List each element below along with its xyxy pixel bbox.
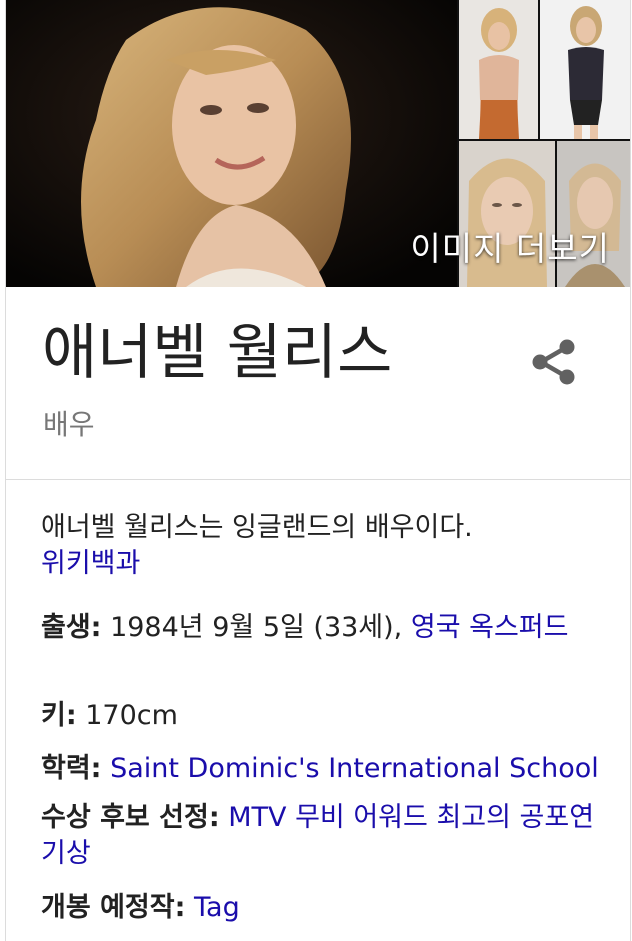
fact-height: 키: 170cm xyxy=(41,698,601,734)
description-text: 애너벨 월리스는 잉글랜드의 배우이다. xyxy=(41,512,473,543)
fact-label: 키: xyxy=(41,700,77,731)
title-section: 애너벨 월리스 배우 xyxy=(6,287,630,480)
thumbnail-photo-1[interactable] xyxy=(459,0,538,139)
more-images-link[interactable]: 이미지 더보기 xyxy=(410,222,610,270)
fact-label: 출생: xyxy=(41,612,102,643)
education-link[interactable]: Saint Dominic's International School xyxy=(110,753,599,784)
fact-label: 학력: xyxy=(41,753,102,784)
share-icon xyxy=(532,339,575,385)
fact-education: 학력: Saint Dominic's International School xyxy=(41,751,601,787)
fact-nominations: 수상 후보 선정: MTV 무비 어워드 최고의 공포연기상 xyxy=(41,800,601,872)
share-button[interactable] xyxy=(529,336,577,388)
image-grid: 이미지 더보기 xyxy=(6,0,630,287)
birthplace-link[interactable]: 영국 옥스퍼드 xyxy=(411,612,569,643)
knowledge-panel: 이미지 더보기 애너벨 월리스 배우 애너벨 월리스는 잉글랜드의 배우이다. … xyxy=(5,0,631,941)
wikipedia-link[interactable]: 위키백과 xyxy=(41,548,140,579)
description: 애너벨 월리스는 잉글랜드의 배우이다. 위키백과 xyxy=(41,510,601,582)
fact-value: 1984년 9월 5일 (33세), xyxy=(110,612,403,643)
thumbnail-photo-2[interactable] xyxy=(540,0,630,139)
fact-label: 개봉 예정작: xyxy=(41,892,186,923)
entity-title: 애너벨 월리스 xyxy=(42,318,393,388)
fact-birth: 출생: 1984년 9월 5일 (33세), 영국 옥스퍼드 xyxy=(41,610,601,646)
fact-upcoming-film: 개봉 예정작: Tag xyxy=(41,890,601,926)
fact-label: 수상 후보 선정: xyxy=(41,802,220,833)
fact-value: 170cm xyxy=(85,700,178,731)
upcoming-film-link[interactable]: Tag xyxy=(194,892,240,923)
main-photo[interactable] xyxy=(6,0,457,287)
entity-subtitle: 배우 xyxy=(43,408,95,441)
